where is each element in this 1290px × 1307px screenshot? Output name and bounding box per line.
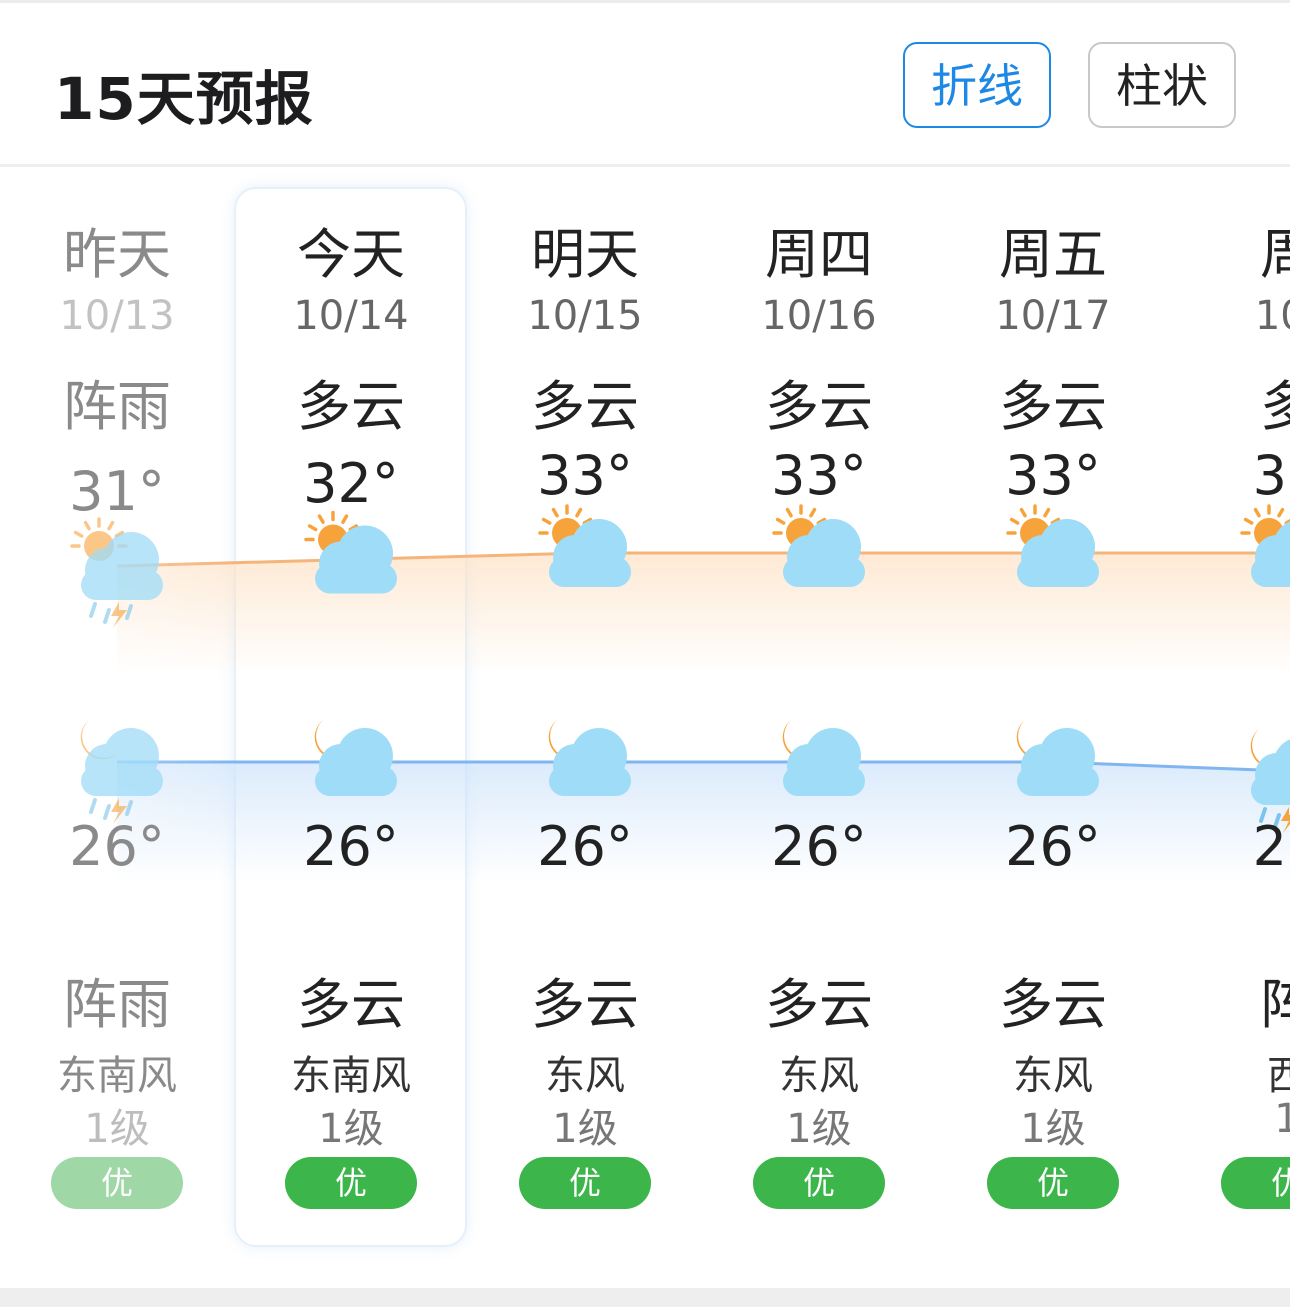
day-weather-label: 多云: [531, 375, 639, 438]
high-temp-label: 32°: [303, 452, 399, 515]
day-weather-label: 阵雨: [63, 375, 171, 438]
aqi-badge: 优: [1221, 1157, 1290, 1209]
high-temp-label: 31°: [69, 460, 165, 523]
day-label: 明天: [531, 223, 639, 286]
aqi-badge: 优: [51, 1157, 183, 1209]
day-column[interactable]: 明天 10/15 多云 33° 26° 多云 东风 1级优: [468, 0, 702, 1290]
high-temp-label: 33°: [771, 444, 867, 507]
wind-level-label: 1级: [552, 1106, 618, 1152]
wind-level-label: 1级: [318, 1106, 384, 1152]
date-label: 10/15: [527, 293, 643, 339]
day-label: 昨天: [63, 223, 171, 286]
wind-direction-label: 东风: [545, 1053, 625, 1099]
aqi-badge: 优: [987, 1157, 1119, 1209]
wind-direction-label: 东风: [1013, 1053, 1093, 1099]
date-label: 10/17: [995, 293, 1111, 339]
date-label: 10/16: [761, 293, 877, 339]
low-temp-label: 26°: [69, 815, 165, 878]
day-column[interactable]: 今天 10/14 多云 32° 26° 多云东南风 1级优: [234, 0, 468, 1290]
date-label: 10/: [1254, 293, 1290, 339]
wind-direction-label: 东南风: [291, 1053, 411, 1099]
high-temp-label: 33°: [537, 444, 633, 507]
wind-level-label: 1级: [786, 1106, 852, 1152]
day-label: 周: [1260, 223, 1290, 286]
night-weather-label: 多云: [765, 973, 873, 1036]
aqi-badge: 优: [753, 1157, 885, 1209]
night-weather-label: 多云: [999, 973, 1107, 1036]
bottom-bar: [0, 1288, 1290, 1307]
aqi-badge: 优: [519, 1157, 651, 1209]
wind-direction-label: 西: [1267, 1053, 1290, 1099]
wind-level-label: 1级: [1020, 1106, 1086, 1152]
low-temp-label: 25: [1252, 815, 1290, 878]
wind-level-label: 1: [1274, 1096, 1290, 1142]
wind-level-label: 1级: [84, 1106, 150, 1152]
night-weather-label: 多云: [297, 973, 405, 1036]
high-temp-label: 33: [1252, 444, 1290, 507]
night-weather-label: 多云: [531, 973, 639, 1036]
wind-direction-label: 东南风: [57, 1053, 177, 1099]
night-weather-label: 阵雨: [63, 973, 171, 1036]
day-weather-label: 多云: [297, 375, 405, 438]
low-temp-label: 26°: [771, 815, 867, 878]
day-label: 今天: [297, 223, 405, 286]
day-label: 周四: [765, 223, 873, 286]
date-label: 10/13: [59, 293, 175, 339]
night-weather-label: 阵: [1260, 973, 1290, 1036]
day-column[interactable]: 周四 10/16 多云 33° 26° 多云 东风 1级优: [702, 0, 936, 1290]
day-column[interactable]: 周 10/多33 25 阵西1 优: [1170, 0, 1290, 1290]
wind-direction-label: 东风: [779, 1053, 859, 1099]
low-temp-label: 26°: [303, 815, 399, 878]
aqi-badge: 优: [285, 1157, 417, 1209]
day-weather-label: 多云: [999, 375, 1107, 438]
date-label: 10/14: [293, 293, 409, 339]
low-temp-label: 26°: [1005, 815, 1101, 878]
day-weather-label: 多云: [765, 375, 873, 438]
day-label: 周五: [999, 223, 1107, 286]
high-temp-label: 33°: [1005, 444, 1101, 507]
low-temp-label: 26°: [537, 815, 633, 878]
day-weather-label: 多: [1260, 375, 1290, 438]
day-column[interactable]: 昨天 10/13 阵雨 31° 26° 阵雨东南风 1级优: [0, 0, 234, 1290]
day-column[interactable]: 周五 10/17 多云 33° 26° 多云 东风 1级优: [936, 0, 1170, 1290]
